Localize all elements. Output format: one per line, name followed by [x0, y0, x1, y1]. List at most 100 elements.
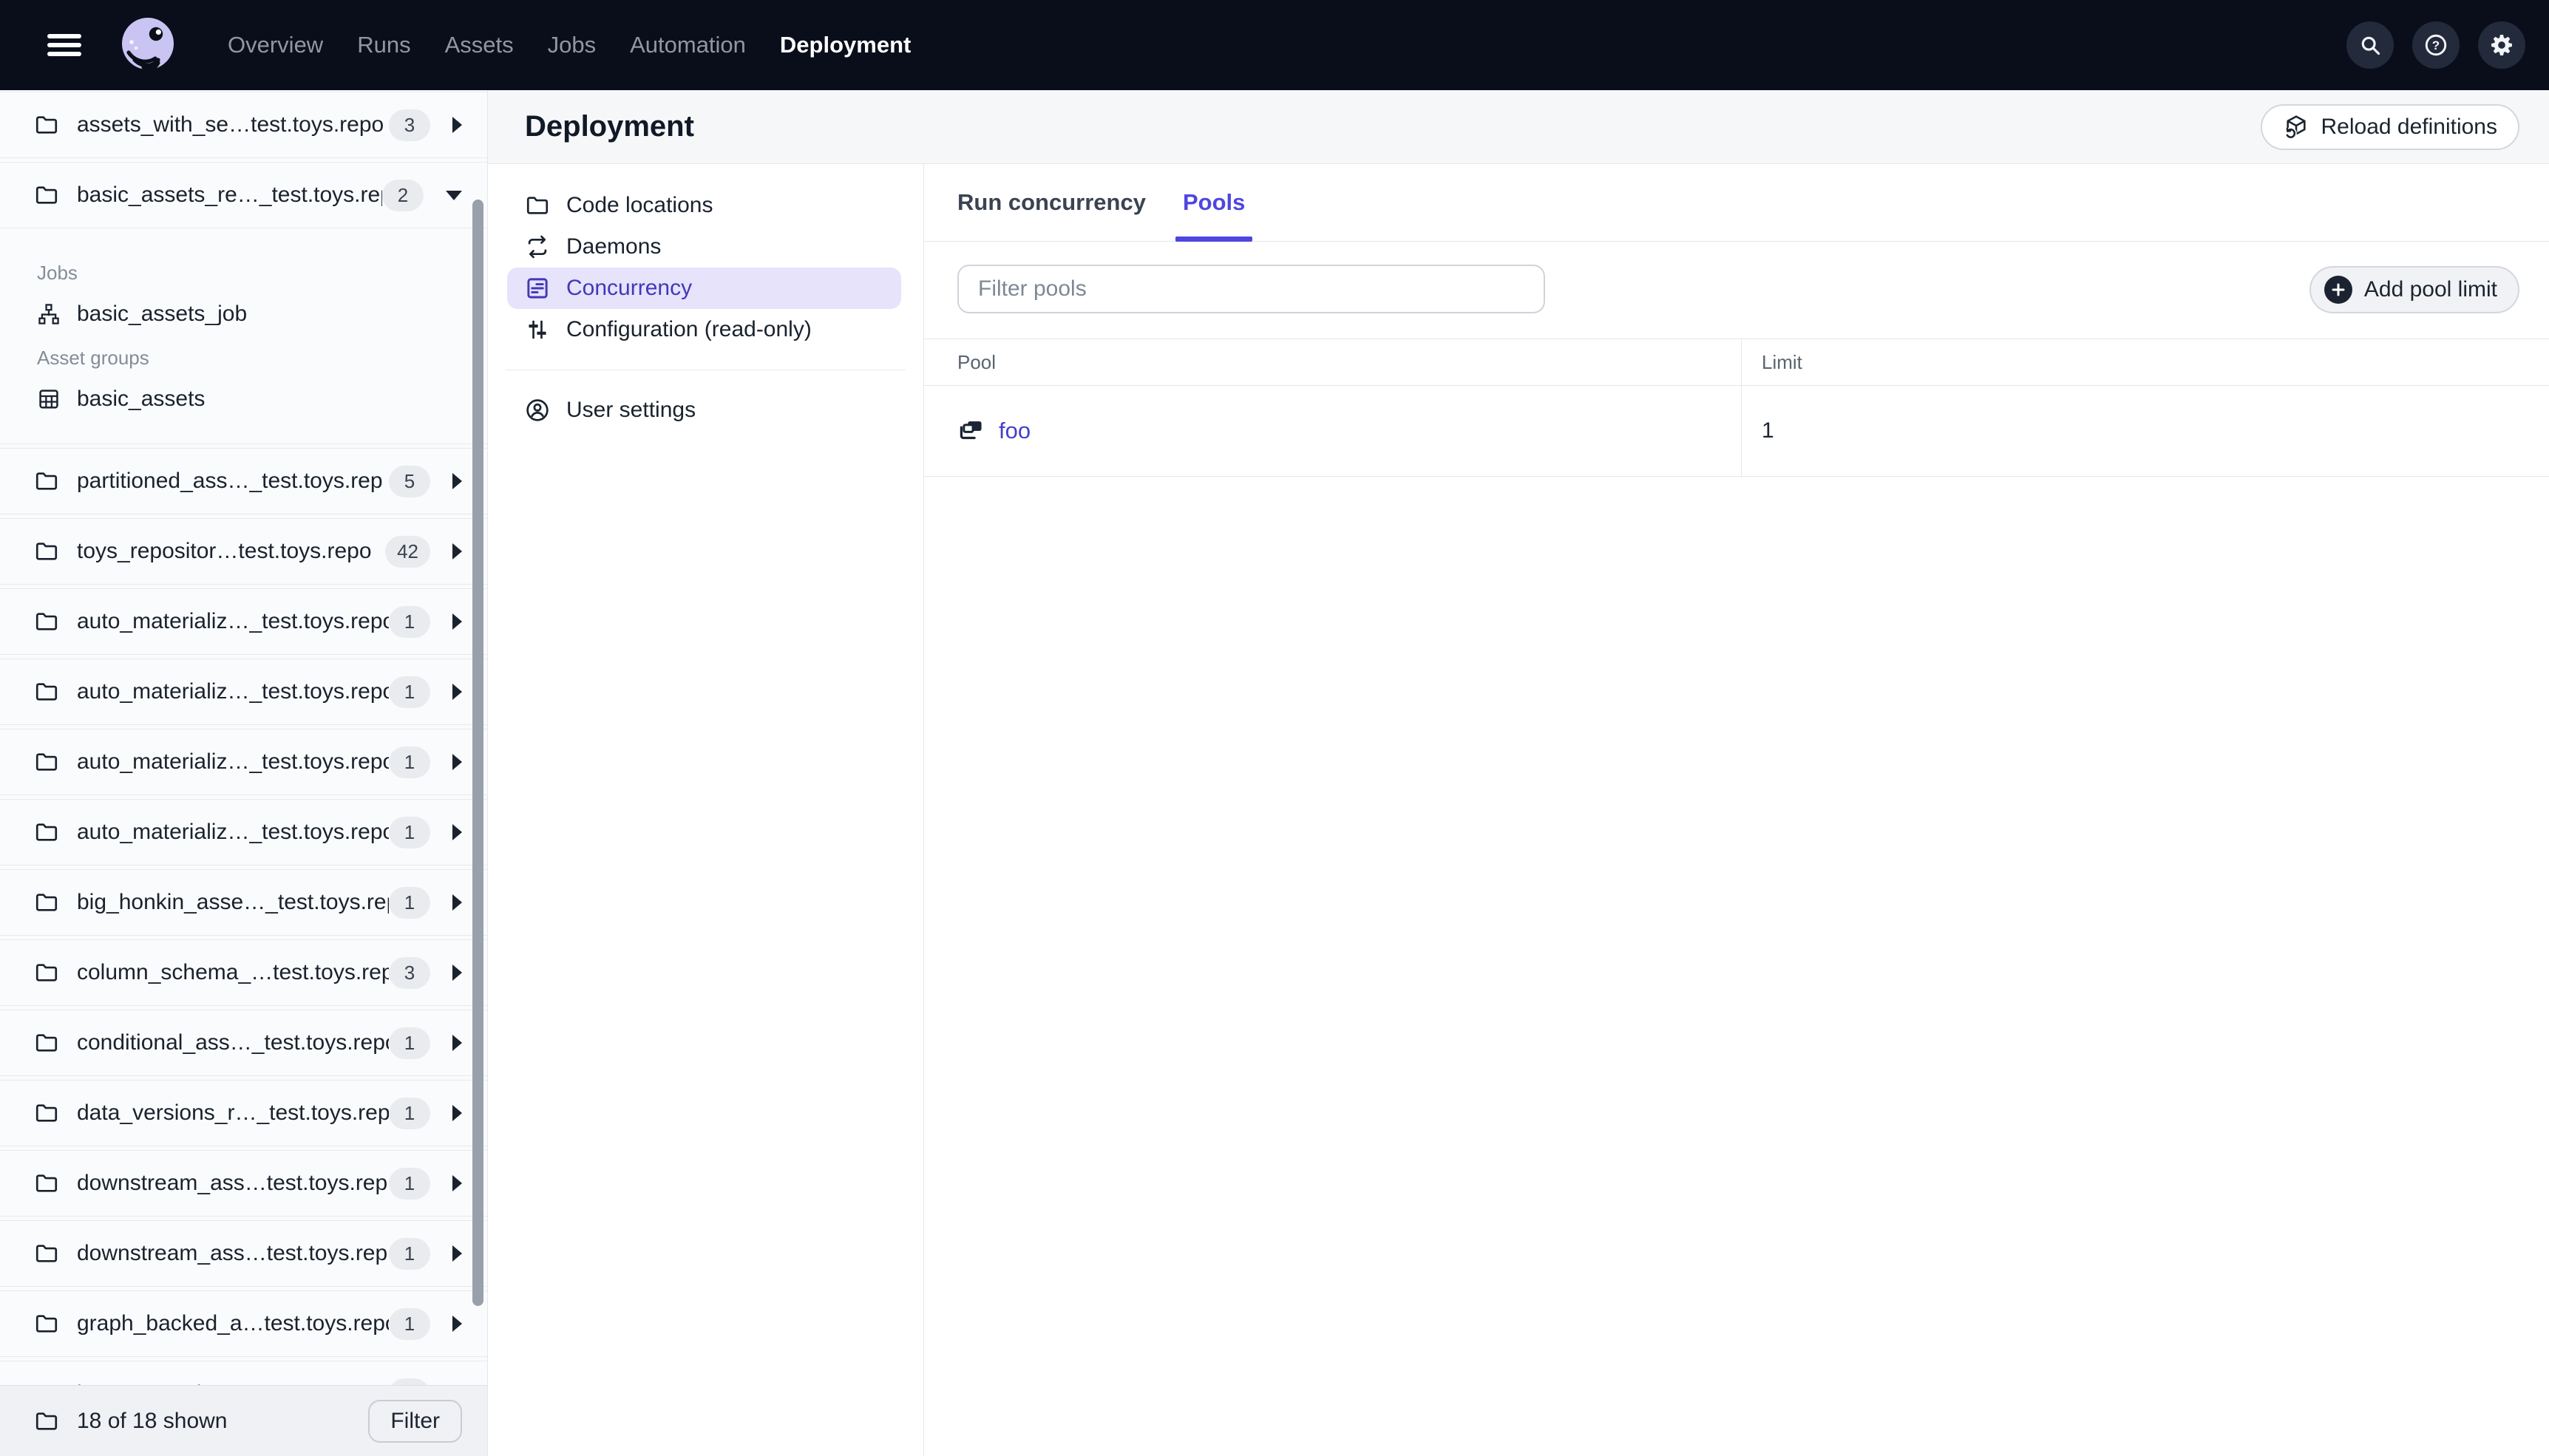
dagster-app: Overview Runs Assets Jobs Automation Deployme…	[0, 0, 2549, 1456]
repo-row[interactable]: column_schema_…test.toys.rep 3	[0, 939, 487, 1006]
repo-count-badge: 1	[389, 886, 430, 919]
reload-definitions-label: Reload definitions	[2321, 114, 2498, 139]
settings-nav-user-settings[interactable]: User settings	[507, 389, 901, 431]
repo-row[interactable]: downstream_ass…test.toys.rep 1	[0, 1220, 487, 1287]
sidebar-section-label: Jobs	[37, 262, 78, 284]
repo-label: big_honkin_asse…_test.toys.rep	[77, 890, 389, 914]
pool-limit-value: 1	[1762, 418, 1774, 443]
concurrency-icon	[525, 276, 550, 301]
nav-link-automation[interactable]: Automation	[630, 32, 746, 58]
repo-count-badge: 2	[382, 179, 424, 211]
chevron-right-icon[interactable]	[452, 894, 462, 911]
sidebar-item-basic_assets_job[interactable]: basic_assets_job	[37, 292, 462, 336]
repo-count-badge: 3	[389, 956, 430, 989]
nav-link-assets[interactable]: Assets	[445, 32, 514, 58]
repo-row[interactable]: partitioned_ass…_test.toys.rep 5	[0, 448, 487, 514]
search-button[interactable]	[2346, 21, 2394, 69]
sidebar-section-label: Asset groups	[37, 347, 149, 369]
sidebar-item-basic_assets[interactable]: basic_assets	[37, 377, 462, 421]
repo-expanded-content: Jobs basic_assets_job Asset groups basic…	[0, 232, 487, 444]
gear-button[interactable]	[2478, 21, 2525, 69]
repo-label: column_schema_…test.toys.rep	[77, 960, 389, 984]
repo-label: downstream_ass…test.toys.rep	[77, 1171, 388, 1195]
chevron-right-icon[interactable]	[452, 1035, 462, 1051]
repo-row[interactable]: basic_assets_re…_test.toys.rep 2	[0, 162, 487, 228]
chevron-right-icon[interactable]	[452, 684, 462, 700]
chevron-right-icon[interactable]	[452, 1105, 462, 1121]
repo-row[interactable]: graph_backed_a…test.toys.repo 1	[0, 1290, 487, 1357]
chevron-right-icon[interactable]	[452, 1316, 462, 1332]
repo-row[interactable]: long_asset_keys…_test.toys.rep 1	[0, 1361, 487, 1385]
repo-row[interactable]: big_honkin_asse…_test.toys.rep 1	[0, 869, 487, 936]
primary-nav: Overview Runs Assets Jobs Automation Deployme…	[228, 32, 911, 58]
chevron-down-icon[interactable]	[446, 190, 462, 200]
config-icon	[525, 317, 550, 342]
folder-icon	[34, 539, 59, 564]
page-header: Deployment Reload definitions	[488, 90, 2549, 164]
page-title: Deployment	[525, 110, 694, 143]
hamburger-menu-button[interactable]	[47, 34, 81, 56]
chevron-right-icon[interactable]	[452, 1175, 462, 1191]
repo-count-badge: 5	[389, 465, 430, 497]
repo-label: conditional_ass…_test.toys.repo	[77, 1030, 389, 1055]
pool-link[interactable]: foo	[999, 418, 1031, 444]
sidebar-scrollbar-thumb[interactable]	[472, 200, 483, 1306]
folder-icon	[34, 679, 59, 704]
tab-pools[interactable]: Pools	[1175, 164, 1253, 242]
chevron-right-icon[interactable]	[452, 473, 462, 489]
repo-label: basic_assets_re…_test.toys.rep	[77, 183, 382, 207]
folder-icon	[34, 183, 59, 208]
pool-table-row: foo 1	[924, 386, 2549, 477]
pools-table: Pool Limit foo 1	[924, 339, 2549, 477]
repo-row[interactable]: auto_materializ…_test.toys.repo 1	[0, 659, 487, 725]
folder-icon	[34, 960, 59, 985]
dagster-logo-icon[interactable]	[114, 11, 182, 79]
repo-row[interactable]: auto_materializ…_test.toys.repo 1	[0, 799, 487, 865]
add-pool-limit-button[interactable]: Add pool limit	[2309, 266, 2519, 313]
repo-row[interactable]: conditional_ass…_test.toys.repo 1	[0, 1010, 487, 1076]
sidebar-footer: 18 of 18 shown Filter	[0, 1385, 487, 1456]
filter-pools-input[interactable]	[957, 265, 1545, 313]
chevron-right-icon[interactable]	[452, 754, 462, 770]
tab-run-concurrency[interactable]: Run concurrency	[950, 164, 1153, 242]
repo-count-badge: 1	[389, 605, 430, 638]
repo-row[interactable]: toys_repositor…test.toys.repo 42	[0, 518, 487, 585]
nav-link-deployment[interactable]: Deployment	[780, 32, 911, 58]
repo-row[interactable]: assets_with_se…test.toys.repo 3	[0, 92, 487, 158]
repo-count-badge: 42	[385, 535, 430, 568]
nav-link-jobs[interactable]: Jobs	[548, 32, 596, 58]
settings-nav-concurrency[interactable]: Concurrency	[507, 268, 901, 309]
chevron-right-icon[interactable]	[452, 543, 462, 559]
nav-link-runs[interactable]: Runs	[357, 32, 410, 58]
repo-label: toys_repositor…test.toys.repo	[77, 539, 372, 563]
concurrency-section: Run concurrency Pools Add pool limit Pool…	[924, 164, 2549, 1456]
sidebar-filter-button[interactable]: Filter	[368, 1399, 462, 1443]
repo-row[interactable]: auto_materializ…_test.toys.repo 1	[0, 588, 487, 655]
repo-label: partitioned_ass…_test.toys.rep	[77, 469, 383, 493]
settings-nav-configuration-read-only-[interactable]: Configuration (read-only)	[507, 309, 901, 350]
asset-sidebar: assets_with_se…test.toys.repo 3 basic_as…	[0, 90, 488, 1456]
folder-icon	[34, 749, 59, 775]
settings-nav-code-locations[interactable]: Code locations	[507, 185, 901, 226]
chevron-right-icon[interactable]	[452, 613, 462, 630]
repo-row[interactable]: data_versions_r…_test.toys.rep 1	[0, 1080, 487, 1146]
deployment-content: Code locations Daemons Concurrency Confi…	[488, 164, 2549, 1456]
repo-row[interactable]: downstream_ass…test.toys.rep 1	[0, 1150, 487, 1217]
chevron-right-icon[interactable]	[452, 1245, 462, 1262]
job-icon	[37, 302, 61, 326]
chevron-right-icon[interactable]	[452, 824, 462, 840]
search-icon	[2358, 33, 2383, 58]
repo-row[interactable]: auto_materializ…_test.toys.repo 1	[0, 729, 487, 795]
help-button[interactable]: ?	[2412, 21, 2460, 69]
folder-icon	[34, 112, 59, 137]
settings-nav-daemons[interactable]: Daemons	[507, 226, 901, 268]
repo-count-badge: 1	[389, 676, 430, 708]
chevron-right-icon[interactable]	[452, 117, 462, 133]
repo-label: auto_materializ…_test.toys.repo	[77, 749, 389, 774]
chevron-right-icon[interactable]	[452, 965, 462, 981]
top-nav: Overview Runs Assets Jobs Automation Deployme…	[0, 0, 2549, 90]
nav-link-overview[interactable]: Overview	[228, 32, 323, 58]
repo-label: downstream_ass…test.toys.rep	[77, 1241, 388, 1265]
folder-icon	[34, 1100, 59, 1126]
reload-definitions-button[interactable]: Reload definitions	[2260, 103, 2519, 150]
